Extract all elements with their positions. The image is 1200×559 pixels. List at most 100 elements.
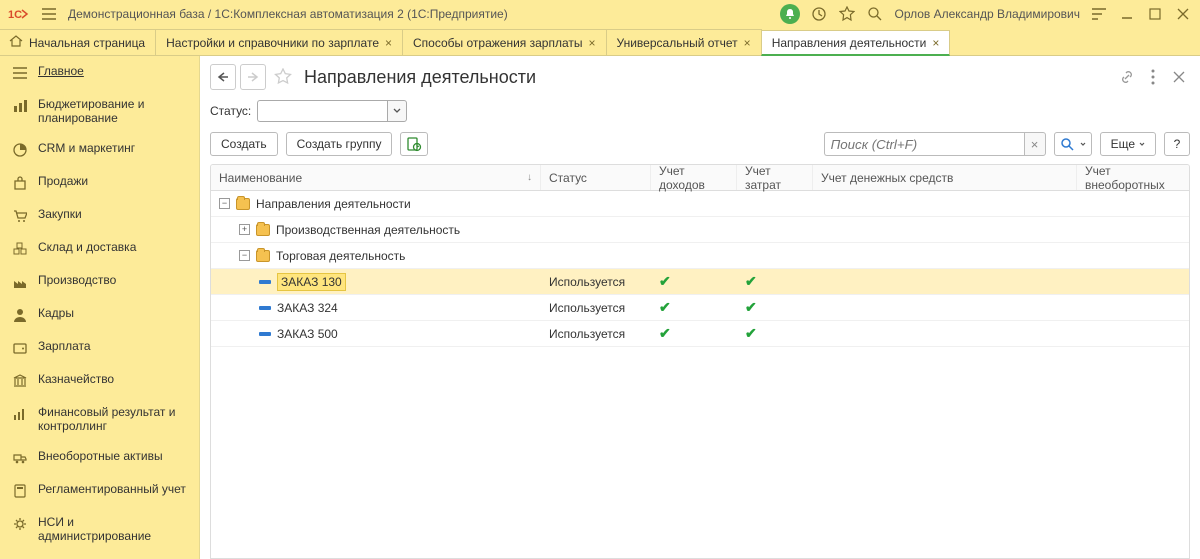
tab-strip: Начальная страница Настройки и справочни… <box>0 28 1200 56</box>
sidebar-item-label: Склад и доставка <box>38 240 187 254</box>
check-icon: ✔ <box>745 325 757 342</box>
sidebar-item-label: НСИ и администрирование <box>38 515 187 543</box>
minimize-icon[interactable] <box>1118 5 1136 23</box>
kebab-icon[interactable] <box>1142 66 1164 88</box>
table-row[interactable]: ЗАКАЗ 324 Используется ✔ ✔ <box>211 295 1189 321</box>
nav-forward-button[interactable] <box>240 64 266 90</box>
close-page-icon[interactable] <box>1168 66 1190 88</box>
username-label: Орлов Александр Владимирович <box>894 7 1080 21</box>
tab-label: Способы отражения зарплаты <box>413 36 582 50</box>
sidebar-item-label: Кадры <box>38 306 187 320</box>
tab-activity-directions[interactable]: Направления деятельности × <box>761 30 951 56</box>
table-row[interactable]: − Торговая деятельность <box>211 243 1189 269</box>
menu-icon <box>12 65 28 81</box>
notifications-icon[interactable] <box>780 4 800 24</box>
row-name: ЗАКАЗ 500 <box>277 327 338 341</box>
expander-icon[interactable]: − <box>219 198 230 209</box>
sidebar-item-production[interactable]: Производство <box>0 265 199 298</box>
row-name: ЗАКАЗ 324 <box>277 301 338 315</box>
settings-lines-icon[interactable] <box>1090 5 1108 23</box>
sidebar-item-regulated[interactable]: Регламентированный учет <box>0 474 199 507</box>
sidebar-item-sales[interactable]: Продажи <box>0 166 199 199</box>
status-combo[interactable] <box>257 100 407 122</box>
col-expense[interactable]: Учет затрат <box>737 165 813 190</box>
window-title: Демонстрационная база / 1С:Комплексная а… <box>68 7 508 21</box>
app-logo: 1С <box>8 6 30 22</box>
star-icon[interactable] <box>838 5 856 23</box>
create-group-button[interactable]: Создать группу <box>286 132 393 156</box>
bank-icon <box>12 373 28 389</box>
col-fixed[interactable]: Учет внеоборотных <box>1077 165 1189 190</box>
folder-icon <box>256 224 270 236</box>
sidebar-item-finresult[interactable]: Финансовый результат и контроллинг <box>0 397 199 441</box>
tab-close-icon[interactable]: × <box>744 36 751 50</box>
table-row[interactable]: + Производственная деятельность <box>211 217 1189 243</box>
favorite-button[interactable] <box>270 64 296 90</box>
col-name[interactable]: Наименование↓ <box>211 165 541 190</box>
status-dropdown-button[interactable] <box>387 100 407 122</box>
refresh-button[interactable] <box>400 132 428 156</box>
svg-text:1С: 1С <box>8 9 22 21</box>
tab-home[interactable]: Начальная страница <box>0 29 156 55</box>
table-row[interactable]: − Направления деятельности <box>211 191 1189 217</box>
more-button[interactable]: Еще <box>1100 132 1156 156</box>
tab-payroll-methods[interactable]: Способы отражения зарплаты × <box>402 29 607 55</box>
col-cash[interactable]: Учет денежных средств <box>813 165 1077 190</box>
history-icon[interactable] <box>810 5 828 23</box>
close-icon[interactable] <box>1174 5 1192 23</box>
sidebar-item-label: Внеоборотные активы <box>38 449 187 463</box>
table-header: Наименование↓ Статус Учет доходов Учет з… <box>211 165 1189 191</box>
gear-icon <box>12 516 28 532</box>
sidebar-item-label: CRM и маркетинг <box>38 141 187 155</box>
col-status[interactable]: Статус <box>541 165 651 190</box>
sidebar-item-main[interactable]: Главное <box>0 56 199 89</box>
table-row[interactable]: ЗАКАЗ 130 Используется ✔ ✔ <box>211 269 1189 295</box>
expander-icon[interactable]: + <box>239 224 250 235</box>
create-button[interactable]: Создать <box>210 132 278 156</box>
search-clear-button[interactable]: × <box>1024 132 1046 156</box>
row-status: Используется <box>541 295 651 320</box>
tab-payroll-settings[interactable]: Настройки и справочники по зарплате × <box>155 29 403 55</box>
sidebar-item-warehouse[interactable]: Склад и доставка <box>0 232 199 265</box>
hamburger-icon[interactable] <box>40 5 58 23</box>
item-icon <box>259 280 271 284</box>
check-icon: ✔ <box>659 299 671 316</box>
item-icon <box>259 306 271 310</box>
tab-close-icon[interactable]: × <box>385 36 392 50</box>
sidebar-item-hr[interactable]: Кадры <box>0 298 199 331</box>
sidebar-item-label: Зарплата <box>38 339 187 353</box>
find-button[interactable] <box>1054 132 1092 156</box>
boxes-icon <box>12 241 28 257</box>
home-icon <box>9 35 23 50</box>
table-row[interactable]: ЗАКАЗ 500 Используется ✔ ✔ <box>211 321 1189 347</box>
sidebar-item-purchases[interactable]: Закупки <box>0 199 199 232</box>
tab-close-icon[interactable]: × <box>932 36 939 50</box>
sidebar-item-label: Бюджетирование и планирование <box>38 97 187 125</box>
nav-back-button[interactable] <box>210 64 236 90</box>
link-icon[interactable] <box>1116 66 1138 88</box>
sidebar-item-treasury[interactable]: Казначейство <box>0 364 199 397</box>
button-label: Создать группу <box>297 137 382 151</box>
list-toolbar: Создать Создать группу × Еще ? <box>210 132 1190 156</box>
col-income[interactable]: Учет доходов <box>651 165 737 190</box>
search-box[interactable]: × <box>824 132 1046 156</box>
help-button[interactable]: ? <box>1164 132 1190 156</box>
tab-close-icon[interactable]: × <box>589 36 596 50</box>
search-icon[interactable] <box>866 5 884 23</box>
sidebar-item-crm[interactable]: CRM и маркетинг <box>0 133 199 166</box>
wallet-icon <box>12 340 28 356</box>
sidebar-item-nsi[interactable]: НСИ и администрирование <box>0 507 199 551</box>
sidebar-item-salary[interactable]: Зарплата <box>0 331 199 364</box>
sidebar-item-fixed-assets[interactable]: Внеоборотные активы <box>0 441 199 474</box>
row-status: Используется <box>541 321 651 346</box>
status-input[interactable] <box>257 100 387 122</box>
maximize-icon[interactable] <box>1146 5 1164 23</box>
bag-icon <box>12 175 28 191</box>
check-icon: ✔ <box>659 273 671 290</box>
tab-universal-report[interactable]: Универсальный отчет × <box>606 29 762 55</box>
sidebar-item-label: Казначейство <box>38 372 187 386</box>
sidebar-item-budgeting[interactable]: Бюджетирование и планирование <box>0 89 199 133</box>
expander-icon[interactable]: − <box>239 250 250 261</box>
search-input[interactable] <box>824 132 1024 156</box>
row-status: Используется <box>541 269 651 294</box>
